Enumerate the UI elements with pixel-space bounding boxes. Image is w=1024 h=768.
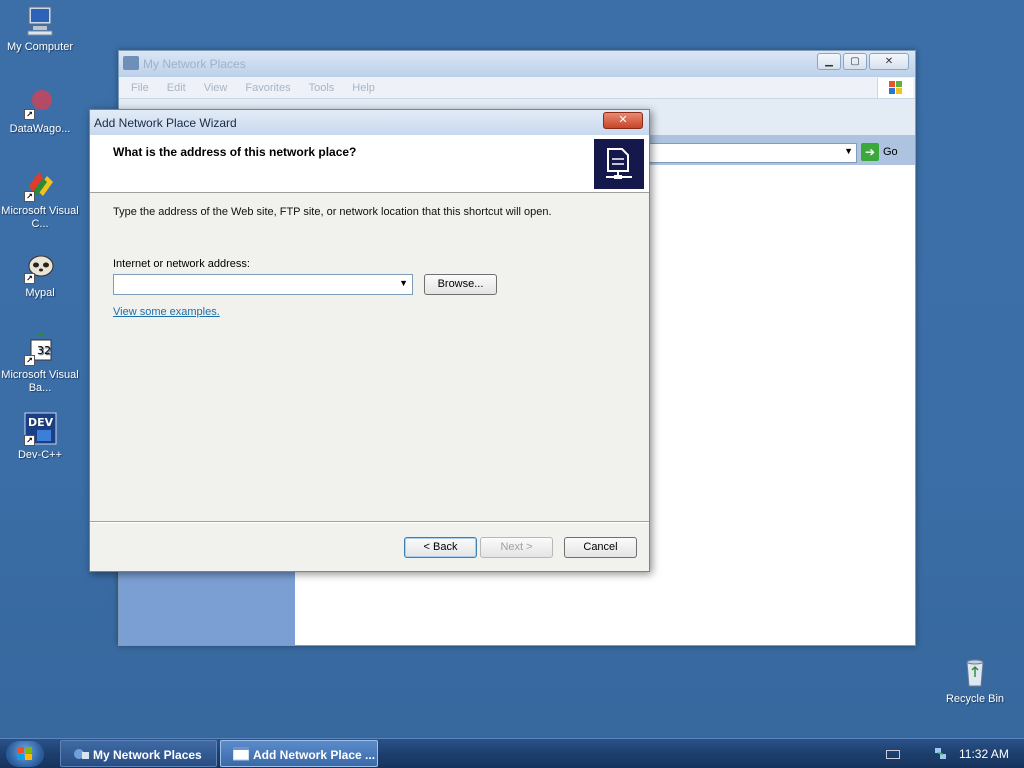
- svg-text:DEV: DEV: [28, 416, 54, 429]
- desktop-icon-visual-cpp[interactable]: ↗ Microsoft Visual C...: [1, 168, 79, 231]
- shortcut-arrow-icon: ↗: [24, 435, 35, 446]
- network-places-icon: [74, 749, 89, 759]
- recycle-bin-icon: [958, 656, 992, 690]
- wizard-close-button[interactable]: ✕: [603, 112, 643, 129]
- desktop-icon-datawagon[interactable]: ↗ DataWago...: [1, 86, 79, 136]
- visual-basic-icon: 32 ↗: [23, 332, 57, 366]
- wizard-titlebar[interactable]: Add Network Place Wizard ✕: [90, 110, 649, 135]
- desktop-icon-mypal[interactable]: ↗ Mypal: [1, 250, 79, 300]
- desktop-icon-label: DataWago...: [9, 123, 71, 135]
- start-button[interactable]: [6, 741, 44, 767]
- desktop-icon-my-computer[interactable]: My Computer: [1, 4, 79, 54]
- shortcut-arrow-icon: ↗: [24, 273, 35, 284]
- shortcut-arrow-icon: ↗: [24, 355, 35, 366]
- explorer-address-bar[interactable]: ▼: [649, 143, 857, 163]
- svg-text:32: 32: [37, 344, 51, 357]
- desktop-icon-dev-cpp[interactable]: DEV ↗ Dev-C++: [1, 412, 79, 462]
- taskbar-item-label: Add Network Place ...: [253, 748, 376, 762]
- menu-tools[interactable]: Tools: [309, 82, 335, 94]
- desktop-icon-visual-basic[interactable]: 32 ↗ Microsoft Visual Ba...: [1, 332, 79, 395]
- network-address-input[interactable]: [114, 275, 384, 294]
- menu-help[interactable]: Help: [352, 82, 375, 94]
- add-network-place-wizard[interactable]: Add Network Place Wizard ✕ What is the a…: [89, 109, 650, 572]
- mypal-icon: ↗: [23, 250, 57, 284]
- computer-icon: [23, 4, 57, 38]
- back-button[interactable]: < Back: [404, 537, 477, 558]
- maximize-button[interactable]: ▢: [843, 53, 867, 70]
- address-label: Internet or network address:: [113, 258, 250, 270]
- taskbar: My Network Places Add Network Place ... …: [0, 738, 1024, 768]
- explorer-titlebar[interactable]: My Network Places ▁ ▢ ✕: [119, 51, 915, 77]
- desktop-icon-label: My Computer: [6, 41, 74, 53]
- close-button[interactable]: ✕: [869, 53, 909, 70]
- wizard-instruction: Type the address of the Web site, FTP si…: [113, 206, 552, 218]
- datawagon-icon: ↗: [23, 86, 57, 120]
- taskbar-item-my-network-places[interactable]: My Network Places: [60, 740, 217, 767]
- menu-file[interactable]: File: [131, 82, 149, 94]
- explorer-title: My Network Places: [143, 57, 246, 71]
- chevron-down-icon[interactable]: ▼: [844, 146, 853, 156]
- desktop-icon-label: Dev-C++: [17, 449, 63, 461]
- desktop-icon-recycle-bin[interactable]: Recycle Bin: [936, 656, 1014, 706]
- menu-edit[interactable]: Edit: [167, 82, 186, 94]
- wizard-title: Add Network Place Wizard: [94, 116, 237, 130]
- clock[interactable]: 11:32 AM: [959, 747, 1009, 761]
- taskbar-item-add-network-place[interactable]: Add Network Place ...: [220, 740, 378, 767]
- windows-flag-icon: [17, 747, 32, 760]
- network-folder-icon: [594, 139, 644, 189]
- chevron-down-icon[interactable]: ▼: [399, 278, 408, 288]
- keyboard-icon[interactable]: [886, 750, 900, 759]
- desktop-icon-label: Microsoft Visual Ba...: [1, 369, 79, 394]
- window-icon: [233, 747, 249, 761]
- desktop-icon-label: Recycle Bin: [945, 693, 1005, 705]
- shortcut-arrow-icon: ↗: [24, 191, 35, 202]
- browse-button[interactable]: Browse...: [424, 274, 497, 295]
- wizard-heading: What is the address of this network plac…: [113, 145, 357, 159]
- dev-cpp-icon: DEV ↗: [23, 412, 57, 446]
- wizard-separator: [90, 521, 649, 523]
- network-address-combobox[interactable]: ▼: [113, 274, 413, 295]
- go-arrow-icon: ➔: [861, 143, 879, 161]
- desktop-icon-label: Mypal: [25, 287, 55, 299]
- menu-favorites[interactable]: Favorites: [245, 82, 290, 94]
- minimize-button[interactable]: ▁: [817, 53, 841, 70]
- next-button: Next >: [480, 537, 553, 558]
- visual-cpp-icon: ↗: [23, 168, 57, 202]
- taskbar-item-label: My Network Places: [93, 748, 202, 762]
- network-places-icon: [123, 56, 139, 70]
- network-status-icon[interactable]: [934, 747, 948, 761]
- menu-view[interactable]: View: [204, 82, 228, 94]
- system-tray: 11:32 AM: [884, 739, 1024, 768]
- desktop-icon-label: Microsoft Visual C...: [1, 205, 79, 230]
- cancel-button[interactable]: Cancel: [564, 537, 637, 558]
- go-button[interactable]: ➔ Go: [861, 143, 898, 161]
- windows-logo-icon: [877, 78, 913, 98]
- go-label: Go: [883, 146, 898, 158]
- shortcut-arrow-icon: ↗: [24, 109, 35, 120]
- explorer-menubar: File Edit View Favorites Tools Help: [119, 77, 915, 99]
- view-examples-link[interactable]: View some examples.: [113, 306, 220, 318]
- wizard-header: What is the address of this network plac…: [90, 135, 649, 193]
